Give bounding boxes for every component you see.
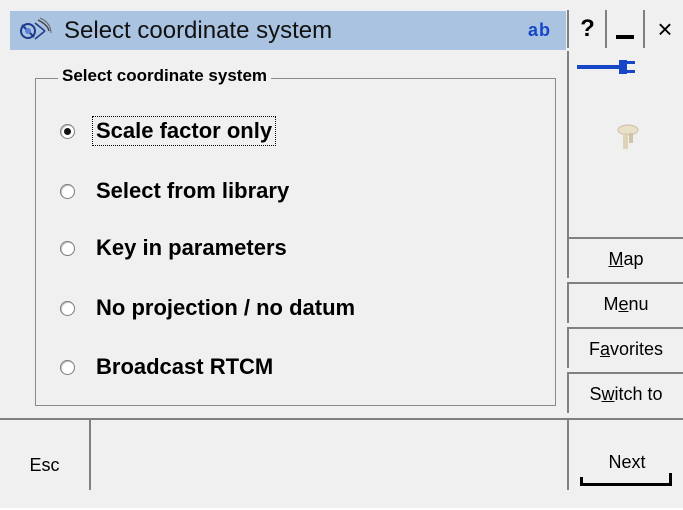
help-button[interactable]: ? bbox=[567, 10, 606, 48]
enter-key-indicator-tick bbox=[669, 473, 672, 486]
map-label-accel: M bbox=[608, 249, 624, 269]
switch-to-label-accel: w bbox=[601, 384, 615, 404]
enter-key-indicator-line bbox=[583, 483, 671, 486]
switch-to-label-post: itch to bbox=[614, 384, 663, 404]
favorites-button[interactable]: Favorites bbox=[567, 327, 683, 368]
radio-button[interactable] bbox=[60, 359, 75, 375]
minimize-button[interactable] bbox=[605, 10, 644, 48]
option-broadcast-rtcm[interactable]: Broadcast RTCM bbox=[60, 347, 276, 387]
radio-button[interactable] bbox=[60, 300, 75, 316]
title-bar: Select coordinate system ab bbox=[10, 11, 566, 50]
window: Select coordinate system ab ? × Select c… bbox=[0, 0, 683, 508]
favorites-label-post: vorites bbox=[610, 339, 664, 359]
switch-to-button[interactable]: Switch to bbox=[567, 372, 683, 413]
input-mode-indicator[interactable]: ab bbox=[528, 20, 551, 41]
window-title: Select coordinate system bbox=[64, 17, 333, 44]
main-panel: Select coordinate system Scale factor on… bbox=[10, 51, 566, 414]
option-no-projection[interactable]: No projection / no datum bbox=[60, 288, 358, 328]
close-button[interactable]: × bbox=[643, 10, 683, 48]
menu-label-accel: e bbox=[618, 294, 629, 314]
radio-button[interactable] bbox=[60, 183, 75, 199]
option-key-in-parameters[interactable]: Key in parameters bbox=[60, 228, 290, 268]
radio-button[interactable] bbox=[60, 123, 75, 139]
option-label[interactable]: Scale factor only bbox=[91, 116, 277, 146]
groupbox-legend: Select coordinate system bbox=[58, 66, 272, 86]
gps-receiver-icon bbox=[617, 124, 639, 149]
favorites-label-accel: a bbox=[599, 339, 610, 359]
map-label-post: ap bbox=[623, 249, 644, 269]
satellite-icon bbox=[20, 17, 52, 40]
favorites-label-pre: F bbox=[588, 339, 600, 359]
option-select-from-library[interactable]: Select from library bbox=[60, 171, 292, 211]
option-scale-factor-only[interactable]: Scale factor only bbox=[60, 111, 277, 151]
switch-to-label-pre: S bbox=[589, 384, 602, 404]
next-label: Next bbox=[608, 452, 646, 472]
menu-label-pre: M bbox=[603, 294, 619, 314]
bottom-bar: Esc Next bbox=[0, 418, 683, 508]
menu-button[interactable]: Menu bbox=[567, 282, 683, 323]
option-label[interactable]: Broadcast RTCM bbox=[93, 353, 276, 381]
status-area bbox=[567, 51, 683, 237]
option-label[interactable]: Key in parameters bbox=[93, 234, 290, 262]
menu-label-post: nu bbox=[628, 294, 649, 314]
radio-button[interactable] bbox=[60, 240, 75, 256]
power-plug-icon bbox=[577, 60, 635, 74]
map-button[interactable]: Map bbox=[567, 237, 683, 278]
next-button[interactable]: Next bbox=[567, 420, 683, 490]
option-label[interactable]: No projection / no datum bbox=[93, 294, 358, 322]
esc-button[interactable]: Esc bbox=[0, 420, 91, 490]
option-label[interactable]: Select from library bbox=[93, 177, 292, 205]
